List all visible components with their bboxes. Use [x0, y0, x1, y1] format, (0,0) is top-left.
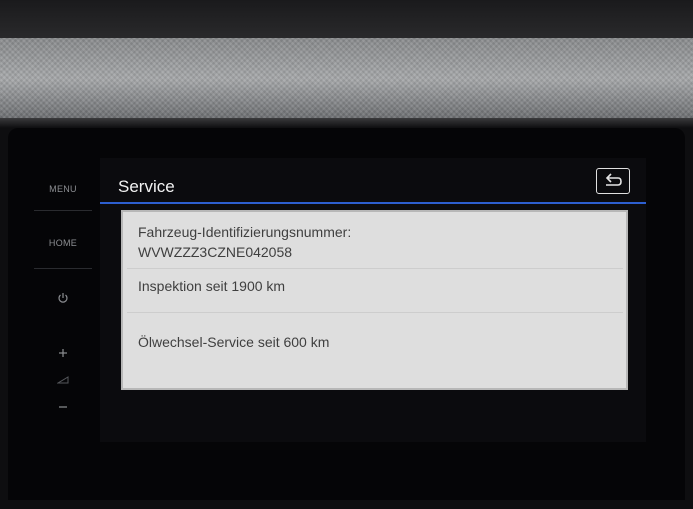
volume-indicator [28, 376, 98, 386]
vin-value: WVWZZZ3CZNE042058 [138, 244, 293, 260]
back-icon [605, 173, 622, 186]
power-button[interactable] [28, 292, 98, 306]
page-title: Service [118, 177, 175, 196]
side-separator [34, 268, 92, 269]
minus-icon [59, 406, 67, 408]
dashboard-decor-panel [0, 38, 693, 120]
back-button[interactable] [596, 168, 630, 194]
home-button[interactable]: HOME [28, 238, 98, 248]
row-divider [127, 268, 623, 269]
oil-change-status: Ölwechsel-Service seit 600 km [138, 334, 330, 350]
side-controls: MENU HOME [28, 170, 98, 440]
inspection-status: Inspektion seit 1900 km [138, 278, 286, 294]
vin-label: Fahrzeug-Identifizierungsnummer: [138, 224, 352, 240]
volume-icon [56, 376, 69, 384]
plus-icon [59, 349, 67, 357]
dashboard-trim-edge [0, 118, 693, 128]
volume-down-button[interactable] [28, 402, 98, 414]
menu-button[interactable]: MENU [28, 184, 98, 194]
title-bar: Service [100, 158, 646, 204]
row-divider [127, 312, 623, 313]
power-icon [58, 293, 68, 303]
side-separator [34, 210, 92, 211]
volume-up-button[interactable] [28, 348, 98, 360]
service-info-panel: Fahrzeug-Identifizierungsnummer: WVWZZZ3… [121, 210, 628, 390]
dashboard-top-trim [0, 0, 693, 40]
infotainment-display: Service Fahrzeug-Identifizierungsnummer:… [100, 158, 646, 442]
